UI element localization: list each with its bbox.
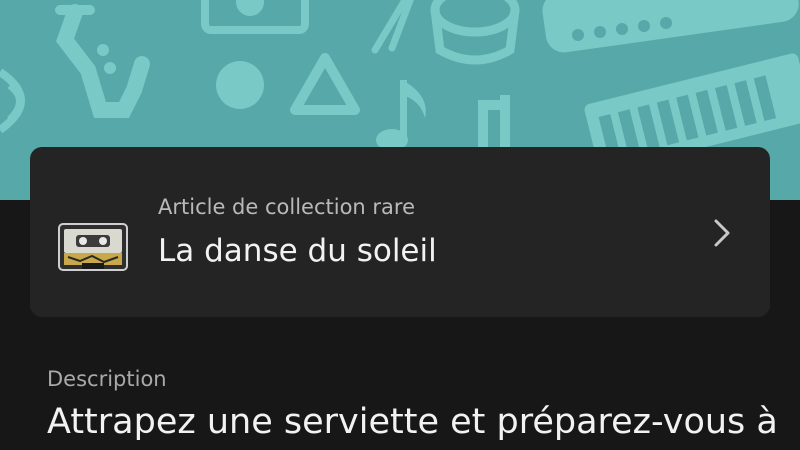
- description-text: Attrapez une serviette et préparez-vous …: [47, 402, 778, 442]
- saxophone-keys-icon: [97, 44, 116, 74]
- guitar-body-icon: [560, 0, 630, 12]
- drumsticks-icon: [371, 0, 414, 54]
- speaker-icon: [0, 68, 25, 134]
- music-note-icon: [376, 80, 426, 151]
- collectible-detail-page: Article de collection rare La danse du s…: [0, 0, 800, 450]
- cassette-icon: [58, 223, 128, 271]
- drum-icon: [201, 0, 309, 34]
- triangle-icon: [290, 53, 360, 115]
- collectible-title: La danse du soleil: [158, 233, 437, 269]
- collectible-item-card[interactable]: Article de collection rare La danse du s…: [30, 147, 770, 317]
- record-icon: [216, 61, 264, 109]
- description-heading: Description: [47, 367, 167, 391]
- collectible-rarity-label: Article de collection rare: [158, 195, 415, 219]
- chevron-right-icon[interactable]: [710, 217, 734, 249]
- snare-drum-icon: [430, 0, 520, 65]
- saxophone-icon: [55, 4, 150, 118]
